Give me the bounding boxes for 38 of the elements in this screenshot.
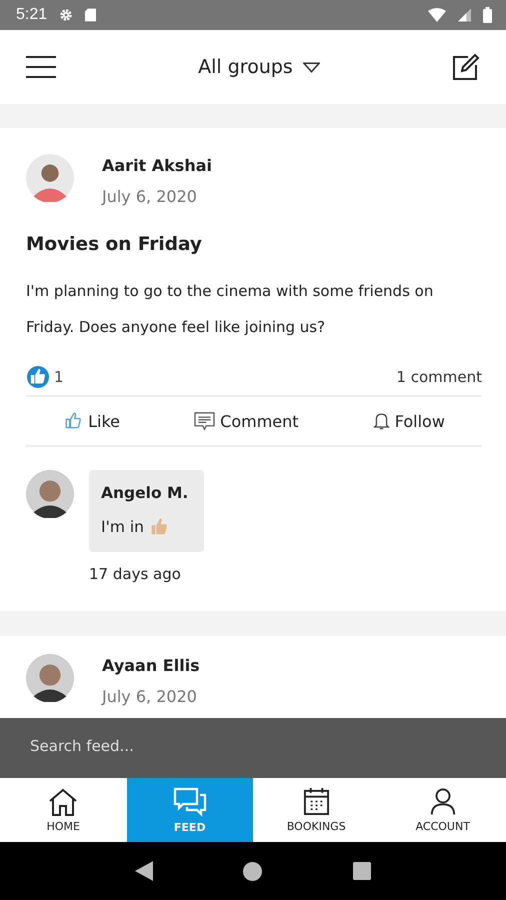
comment-text: I'm in <box>101 518 144 536</box>
like-button[interactable]: Like <box>57 407 126 435</box>
person-icon <box>430 787 456 816</box>
post-date: July 6, 2020 <box>102 687 198 706</box>
search-field[interactable]: Search feed... <box>0 718 506 778</box>
menu-icon[interactable] <box>26 56 56 78</box>
comment-time: 17 days ago <box>89 565 182 583</box>
like-count: 1 <box>54 368 64 386</box>
settings-icon <box>59 8 74 22</box>
bell-icon <box>372 411 390 431</box>
comment-icon <box>194 412 216 430</box>
battery-icon <box>483 7 492 23</box>
author-name[interactable]: Ayaan Ellis <box>102 656 200 675</box>
thumbs-up-icon <box>63 411 84 431</box>
back-icon[interactable] <box>135 861 154 881</box>
group-dropdown[interactable]: All groups <box>198 56 320 78</box>
wifi-icon <box>428 8 446 22</box>
recents-icon[interactable] <box>352 862 371 880</box>
avatar <box>26 470 74 518</box>
avatar <box>26 654 74 702</box>
avatar <box>26 154 74 202</box>
post-title: Movies on Friday <box>26 234 203 255</box>
comment-button[interactable]: Comment <box>188 408 305 434</box>
home-circle-icon[interactable] <box>243 862 262 880</box>
signal-icon <box>458 8 471 22</box>
status-time: 5:21 <box>16 6 48 24</box>
dropdown-caret-icon <box>302 62 320 72</box>
post-body: I'm planning to go to the cinema with some friends on Friday. Does anyone feel like joining us? <box>26 281 434 338</box>
home-icon <box>48 788 78 816</box>
author-name[interactable]: Aarit Akshai <box>102 156 212 175</box>
follow-button[interactable]: Follow <box>366 407 451 435</box>
calendar-icon <box>302 787 330 816</box>
sd-card-icon <box>85 8 96 22</box>
compose-icon[interactable] <box>452 53 480 81</box>
chat-bubbles-icon <box>172 786 207 816</box>
comment-count[interactable]: 1 comment <box>396 368 482 386</box>
post-date: July 6, 2020 <box>102 187 198 206</box>
comment-author[interactable]: Angelo M. <box>101 484 192 502</box>
